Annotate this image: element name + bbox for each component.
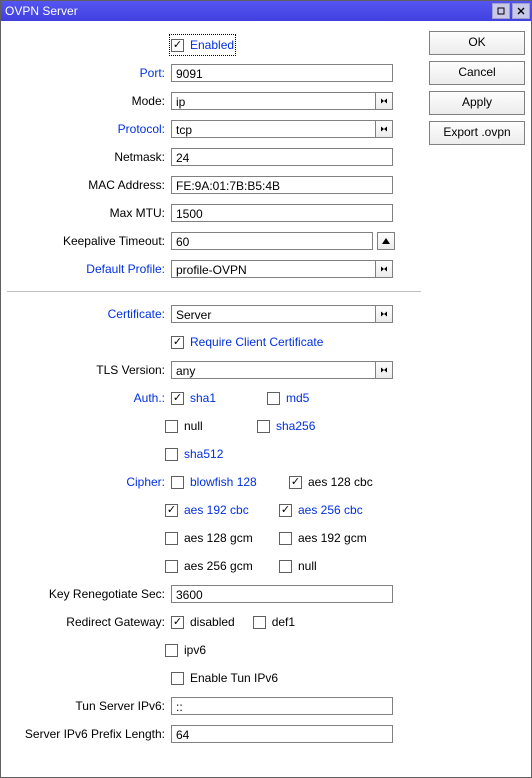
spin-up-icon[interactable] — [377, 232, 395, 250]
cipher-blowfish128-checkbox[interactable] — [171, 476, 184, 489]
redirect-def1-checkbox[interactable] — [253, 616, 266, 629]
mac-input[interactable]: FE:9A:01:7B:B5:4B — [171, 176, 393, 194]
auth-null-option[interactable]: null — [165, 417, 243, 435]
cipher-aes192cbc-option[interactable]: ✓ aes 192 cbc — [165, 501, 265, 519]
cipher-aes192gcm-checkbox[interactable] — [279, 532, 292, 545]
ok-button[interactable]: OK — [429, 31, 525, 55]
profile-select[interactable]: profile-OVPN — [171, 260, 375, 278]
cancel-button[interactable]: Cancel — [429, 61, 525, 85]
cipher-aes128cbc-option[interactable]: ✓ aes 128 cbc — [289, 473, 373, 491]
certificate-label: Certificate: — [7, 307, 171, 321]
cipher-label: Cipher: — [7, 475, 171, 489]
ovpn-server-window: OVPN Server ✓ Enabled Port: — [0, 0, 532, 778]
prefix-length-label: Server IPv6 Prefix Length: — [7, 727, 171, 741]
auth-md5-checkbox[interactable] — [267, 392, 280, 405]
keepalive-label: Keepalive Timeout: — [7, 234, 171, 248]
certificate-select[interactable]: Server — [171, 305, 375, 323]
tun-ipv6-input[interactable]: :: — [171, 697, 393, 715]
redirect-label: Redirect Gateway: — [7, 615, 171, 629]
auth-md5-option[interactable]: md5 — [267, 389, 309, 407]
tls-select[interactable]: any — [171, 361, 375, 379]
auth-sha512-checkbox[interactable] — [165, 448, 178, 461]
dropdown-icon[interactable] — [375, 92, 393, 110]
mode-select[interactable]: ip — [171, 92, 375, 110]
enabled-checkbox[interactable]: ✓ — [171, 39, 184, 52]
mac-label: MAC Address: — [7, 178, 171, 192]
enable-tun-ipv6-checkbox[interactable] — [171, 672, 184, 685]
minimize-icon[interactable] — [492, 3, 510, 19]
auth-sha256-option[interactable]: sha256 — [257, 417, 315, 435]
auth-sha512-option[interactable]: sha512 — [165, 445, 223, 463]
cipher-aes256cbc-checkbox[interactable]: ✓ — [279, 504, 292, 517]
netmask-label: Netmask: — [7, 150, 171, 164]
form-panel: ✓ Enabled Port: 9091 Mode: ip — [7, 31, 421, 771]
mtu-input[interactable]: 1500 — [171, 204, 393, 222]
dropdown-icon[interactable] — [375, 260, 393, 278]
enabled-option[interactable]: ✓ Enabled — [171, 36, 234, 54]
cipher-null-checkbox[interactable] — [279, 560, 292, 573]
mtu-label: Max MTU: — [7, 206, 171, 220]
auth-sha256-checkbox[interactable] — [257, 420, 270, 433]
titlebar-buttons — [491, 3, 531, 19]
redirect-disabled-checkbox[interactable]: ✓ — [171, 616, 184, 629]
renegotiate-label: Key Renegotiate Sec: — [7, 587, 171, 601]
dropdown-icon[interactable] — [375, 120, 393, 138]
renegotiate-input[interactable]: 3600 — [171, 585, 393, 603]
section-divider — [7, 291, 421, 292]
profile-label: Default Profile: — [7, 262, 171, 276]
prefix-length-input[interactable]: 64 — [171, 725, 393, 743]
tls-label: TLS Version: — [7, 363, 171, 377]
require-client-cert-label: Require Client Certificate — [190, 335, 323, 349]
keepalive-input[interactable]: 60 — [171, 232, 373, 250]
cipher-aes256cbc-option[interactable]: ✓ aes 256 cbc — [279, 501, 363, 519]
auth-sha1-checkbox[interactable]: ✓ — [171, 392, 184, 405]
redirect-ipv6-option[interactable]: ipv6 — [165, 641, 206, 659]
dropdown-icon[interactable] — [375, 305, 393, 323]
require-client-cert-checkbox[interactable]: ✓ — [171, 336, 184, 349]
cipher-blowfish128-option[interactable]: blowfish 128 — [171, 473, 271, 491]
window-title: OVPN Server — [5, 4, 491, 18]
netmask-input[interactable]: 24 — [171, 148, 393, 166]
dropdown-icon[interactable] — [375, 361, 393, 379]
port-input[interactable]: 9091 — [171, 64, 393, 82]
redirect-ipv6-checkbox[interactable] — [165, 644, 178, 657]
auth-null-checkbox[interactable] — [165, 420, 178, 433]
cipher-aes128gcm-checkbox[interactable] — [165, 532, 178, 545]
protocol-select[interactable]: tcp — [171, 120, 375, 138]
auth-label: Auth.: — [7, 391, 171, 405]
require-client-cert-option[interactable]: ✓ Require Client Certificate — [171, 333, 323, 351]
port-label: Port: — [7, 66, 171, 80]
titlebar: OVPN Server — [1, 1, 531, 21]
side-buttons: OK Cancel Apply Export .ovpn — [429, 31, 525, 771]
redirect-def1-option[interactable]: def1 — [253, 613, 295, 631]
cipher-aes256gcm-checkbox[interactable] — [165, 560, 178, 573]
cipher-aes256gcm-option[interactable]: aes 256 gcm — [165, 557, 265, 575]
tun-ipv6-label: Tun Server IPv6: — [7, 699, 171, 713]
cipher-aes192cbc-checkbox[interactable]: ✓ — [165, 504, 178, 517]
enable-tun-ipv6-option[interactable]: Enable Tun IPv6 — [171, 669, 278, 687]
apply-button[interactable]: Apply — [429, 91, 525, 115]
redirect-disabled-option[interactable]: ✓ disabled — [171, 613, 235, 631]
mode-label: Mode: — [7, 94, 171, 108]
auth-sha1-option[interactable]: ✓ sha1 — [171, 389, 249, 407]
cipher-aes128cbc-checkbox[interactable]: ✓ — [289, 476, 302, 489]
cipher-null-option[interactable]: null — [279, 557, 317, 575]
cipher-aes128gcm-option[interactable]: aes 128 gcm — [165, 529, 265, 547]
export-ovpn-button[interactable]: Export .ovpn — [429, 121, 525, 145]
cipher-aes192gcm-option[interactable]: aes 192 gcm — [279, 529, 367, 547]
protocol-label: Protocol: — [7, 122, 171, 136]
enabled-label: Enabled — [190, 38, 234, 52]
close-icon[interactable] — [512, 3, 530, 19]
